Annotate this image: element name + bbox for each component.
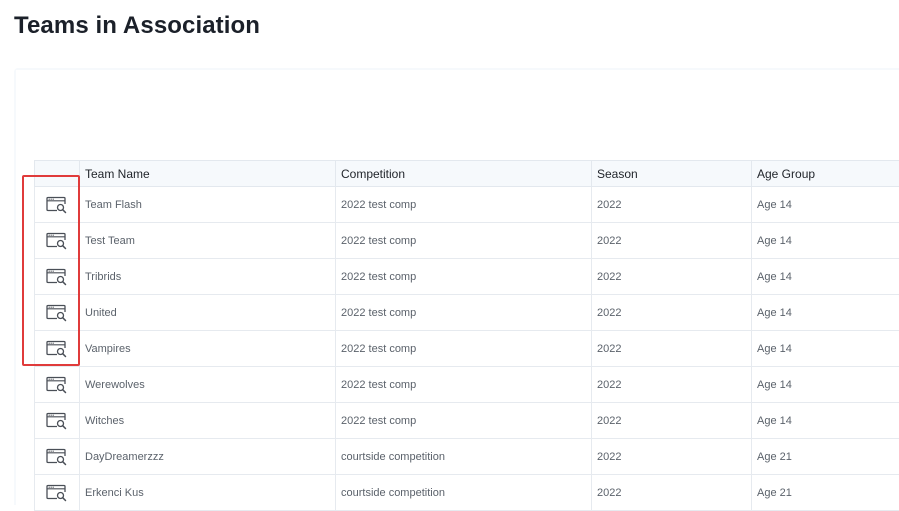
row-action-cell	[35, 187, 80, 223]
teams-table: Team Name Competition Season Age Group T…	[34, 160, 899, 511]
row-action-cell	[35, 367, 80, 403]
table-row[interactable]: Test Team2022 test comp2022Age 14	[35, 223, 899, 259]
table-row[interactable]: United2022 test comp2022Age 14	[35, 295, 899, 331]
team-name-cell: Erkenci Kus	[80, 475, 336, 511]
table-row[interactable]: Erkenci Kuscourtside competition2022Age …	[35, 475, 899, 511]
age-group-cell: Age 14	[752, 223, 899, 259]
age-group-cell: Age 21	[752, 439, 899, 475]
column-header-season[interactable]: Season	[592, 161, 752, 187]
row-action-cell	[35, 295, 80, 331]
view-details-icon[interactable]	[46, 412, 68, 430]
team-name-cell: Witches	[80, 403, 336, 439]
table-header-row: Team Name Competition Season Age Group	[35, 161, 899, 187]
season-cell: 2022	[592, 475, 752, 511]
competition-cell: 2022 test comp	[336, 403, 592, 439]
competition-cell: 2022 test comp	[336, 295, 592, 331]
page-title: Teams in Association	[14, 12, 260, 40]
view-details-icon[interactable]	[46, 196, 68, 214]
season-cell: 2022	[592, 439, 752, 475]
competition-cell: 2022 test comp	[336, 223, 592, 259]
row-action-cell	[35, 259, 80, 295]
column-header-competition[interactable]: Competition	[336, 161, 592, 187]
team-name-cell: Test Team	[80, 223, 336, 259]
column-header-age-group[interactable]: Age Group	[752, 161, 899, 187]
competition-cell: courtside competition	[336, 475, 592, 511]
row-action-cell	[35, 403, 80, 439]
team-name-cell: Vampires	[80, 331, 336, 367]
view-details-icon[interactable]	[46, 340, 68, 358]
column-header-team-name[interactable]: Team Name	[80, 161, 336, 187]
age-group-cell: Age 21	[752, 475, 899, 511]
competition-cell: 2022 test comp	[336, 259, 592, 295]
view-details-icon[interactable]	[46, 376, 68, 394]
season-cell: 2022	[592, 223, 752, 259]
team-name-cell: Team Flash	[80, 187, 336, 223]
age-group-cell: Age 14	[752, 367, 899, 403]
age-group-cell: Age 14	[752, 259, 899, 295]
row-action-cell	[35, 439, 80, 475]
row-action-cell	[35, 223, 80, 259]
age-group-cell: Age 14	[752, 187, 899, 223]
competition-cell: 2022 test comp	[336, 331, 592, 367]
table-row[interactable]: Werewolves2022 test comp2022Age 14	[35, 367, 899, 403]
age-group-cell: Age 14	[752, 295, 899, 331]
table-body: Team Flash2022 test comp2022Age 14Test T…	[35, 187, 899, 511]
table-row[interactable]: Team Flash2022 test comp2022Age 14	[35, 187, 899, 223]
row-action-cell	[35, 331, 80, 367]
age-group-cell: Age 14	[752, 403, 899, 439]
view-details-icon[interactable]	[46, 304, 68, 322]
team-name-cell: Werewolves	[80, 367, 336, 403]
view-details-icon[interactable]	[46, 268, 68, 286]
competition-cell: 2022 test comp	[336, 367, 592, 403]
view-details-icon[interactable]	[46, 232, 68, 250]
season-cell: 2022	[592, 331, 752, 367]
table-row[interactable]: Tribrids2022 test comp2022Age 14	[35, 259, 899, 295]
team-name-cell: DayDreamerzzz	[80, 439, 336, 475]
view-details-icon[interactable]	[46, 448, 68, 466]
table-row[interactable]: DayDreamerzzzcourtside competition2022Ag…	[35, 439, 899, 475]
column-header-actions	[35, 161, 80, 187]
table-row[interactable]: Witches2022 test comp2022Age 14	[35, 403, 899, 439]
season-cell: 2022	[592, 187, 752, 223]
competition-cell: courtside competition	[336, 439, 592, 475]
table-row[interactable]: Vampires2022 test comp2022Age 14	[35, 331, 899, 367]
season-cell: 2022	[592, 367, 752, 403]
age-group-cell: Age 14	[752, 331, 899, 367]
season-cell: 2022	[592, 259, 752, 295]
season-cell: 2022	[592, 295, 752, 331]
view-details-icon[interactable]	[46, 484, 68, 502]
competition-cell: 2022 test comp	[336, 187, 592, 223]
team-name-cell: United	[80, 295, 336, 331]
row-action-cell	[35, 475, 80, 511]
season-cell: 2022	[592, 403, 752, 439]
team-name-cell: Tribrids	[80, 259, 336, 295]
